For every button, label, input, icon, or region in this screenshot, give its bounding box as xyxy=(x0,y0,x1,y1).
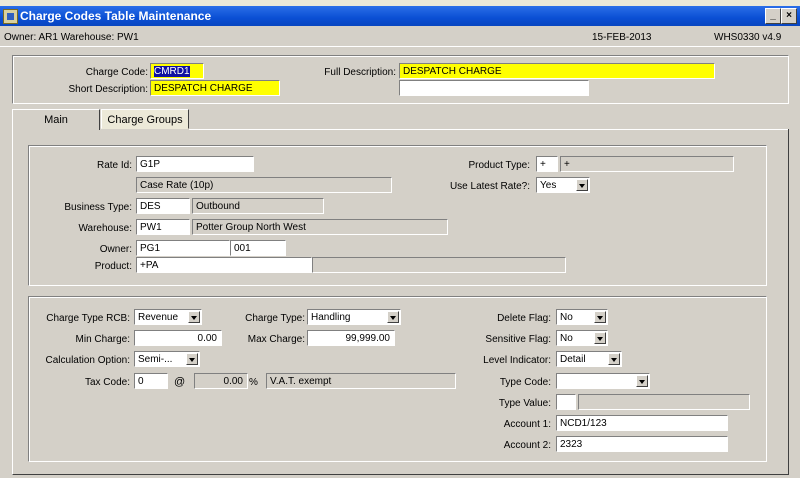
minimize-button[interactable]: _ xyxy=(765,8,781,24)
chevron-down-icon[interactable] xyxy=(576,179,588,191)
type-value-description xyxy=(578,394,750,410)
tax-description: V.A.T. exempt xyxy=(266,373,456,389)
account1-field[interactable]: NCD1/123 xyxy=(556,415,728,431)
short-description-label: Short Description: xyxy=(68,84,148,95)
charge-type-label: Charge Type: xyxy=(245,313,305,324)
use-latest-rate-value: Yes xyxy=(540,180,557,191)
rate-id-label: Rate Id: xyxy=(96,160,132,171)
business-type-label: Business Type: xyxy=(64,202,132,213)
chevron-down-icon[interactable] xyxy=(608,353,620,365)
max-charge-label: Max Charge: xyxy=(247,334,305,345)
owner-code-field[interactable]: 001 xyxy=(230,240,286,256)
business-type-field[interactable]: DES xyxy=(136,198,190,214)
level-indicator-value: Detail xyxy=(560,354,586,365)
tax-code-label: Tax Code: xyxy=(84,377,130,388)
calculation-option-value: Semi-... xyxy=(138,354,173,365)
type-code-label: Type Code: xyxy=(499,377,551,388)
chevron-down-icon[interactable] xyxy=(387,311,399,323)
chevron-down-icon[interactable] xyxy=(186,353,198,365)
product-description xyxy=(312,257,566,273)
delete-flag-select[interactable]: No xyxy=(556,309,608,325)
full-description-label: Full Description: xyxy=(324,67,396,78)
type-value-label: Type Value: xyxy=(498,398,551,409)
use-latest-rate-label: Use Latest Rate?: xyxy=(449,181,530,192)
warehouse-description: Potter Group North West xyxy=(192,219,448,235)
charge-code-field[interactable]: CMRD1 xyxy=(150,63,204,79)
charge-code-label: Charge Code: xyxy=(85,67,148,78)
product-type-field[interactable]: + xyxy=(536,156,558,172)
charge-code-value: CMRD1 xyxy=(154,66,190,77)
rate-id-field[interactable]: G1P xyxy=(136,156,254,172)
warehouse-field[interactable]: PW1 xyxy=(136,219,190,235)
account2-label: Account 2: xyxy=(503,440,551,451)
full-description-field[interactable]: DESPATCH CHARGE xyxy=(399,63,715,79)
rate-description: Case Rate (10p) xyxy=(136,177,392,193)
sensitive-flag-label: Sensitive Flag: xyxy=(485,334,551,345)
sensitive-flag-value: No xyxy=(560,333,573,344)
chevron-down-icon[interactable] xyxy=(594,311,606,323)
sensitive-flag-select[interactable]: No xyxy=(556,330,608,346)
min-charge-label: Min Charge: xyxy=(75,334,130,345)
product-type-description: + xyxy=(560,156,734,172)
charge-type-rcb-label: Charge Type RCB: xyxy=(46,313,130,324)
warehouse-label: Warehouse: xyxy=(78,223,132,234)
window-title: Charge Codes Table Maintenance xyxy=(20,9,212,23)
max-charge-field[interactable]: 99,999.00 xyxy=(307,330,395,346)
type-code-select[interactable] xyxy=(556,373,650,389)
product-label: Product: xyxy=(94,261,132,272)
close-button[interactable]: × xyxy=(781,8,797,24)
module-version: WHS0330 v4.9 xyxy=(714,32,782,43)
charge-type-rcb-value: Revenue xyxy=(138,312,179,323)
delete-flag-label: Delete Flag: xyxy=(497,313,551,324)
chevron-down-icon[interactable] xyxy=(636,375,648,387)
owner-field[interactable]: PG1 xyxy=(136,240,230,256)
tax-code-field[interactable]: 0 xyxy=(134,373,168,389)
current-date: 15-FEB-2013 xyxy=(592,32,652,43)
tab-main[interactable]: Main xyxy=(12,109,100,130)
charge-type-rcb-select[interactable]: Revenue xyxy=(134,309,202,325)
at-sign: @ xyxy=(174,376,186,388)
owner-warehouse-info: Owner: AR1 Warehouse: PW1 xyxy=(4,32,139,43)
charge-type-value: Handling xyxy=(311,312,351,323)
chevron-down-icon[interactable] xyxy=(188,311,200,323)
account2-field[interactable]: 2323 xyxy=(556,436,728,452)
level-indicator-select[interactable]: Detail xyxy=(556,351,622,367)
full-description-field-2[interactable] xyxy=(399,80,589,96)
account1-label: Account 1: xyxy=(503,419,551,430)
percent-sign: % xyxy=(249,377,258,388)
short-description-field[interactable]: DESPATCH CHARGE xyxy=(150,80,280,96)
window-titlebar: Charge Codes Table Maintenance _ × xyxy=(0,6,800,26)
min-charge-field[interactable]: 0.00 xyxy=(134,330,222,346)
type-value-field[interactable] xyxy=(556,394,576,410)
calculation-option-select[interactable]: Semi-... xyxy=(134,351,200,367)
owner-label: Owner: xyxy=(99,244,132,255)
product-type-label: Product Type: xyxy=(468,160,530,171)
calculation-option-label: Calculation Option: xyxy=(45,355,131,366)
tax-rate-field: 0.00 xyxy=(194,373,248,389)
app-icon xyxy=(3,9,18,24)
info-bar: Owner: AR1 Warehouse: PW1 15-FEB-2013 WH… xyxy=(0,26,800,47)
charge-type-select[interactable]: Handling xyxy=(307,309,401,325)
level-indicator-label: Level Indicator: xyxy=(483,355,551,366)
product-field[interactable]: +PA xyxy=(136,257,312,273)
tab-divider xyxy=(189,129,788,130)
use-latest-rate-select[interactable]: Yes xyxy=(536,177,590,193)
delete-flag-value: No xyxy=(560,312,573,323)
chevron-down-icon[interactable] xyxy=(594,332,606,344)
business-type-description: Outbound xyxy=(192,198,324,214)
tab-charge-groups[interactable]: Charge Groups xyxy=(101,109,189,129)
